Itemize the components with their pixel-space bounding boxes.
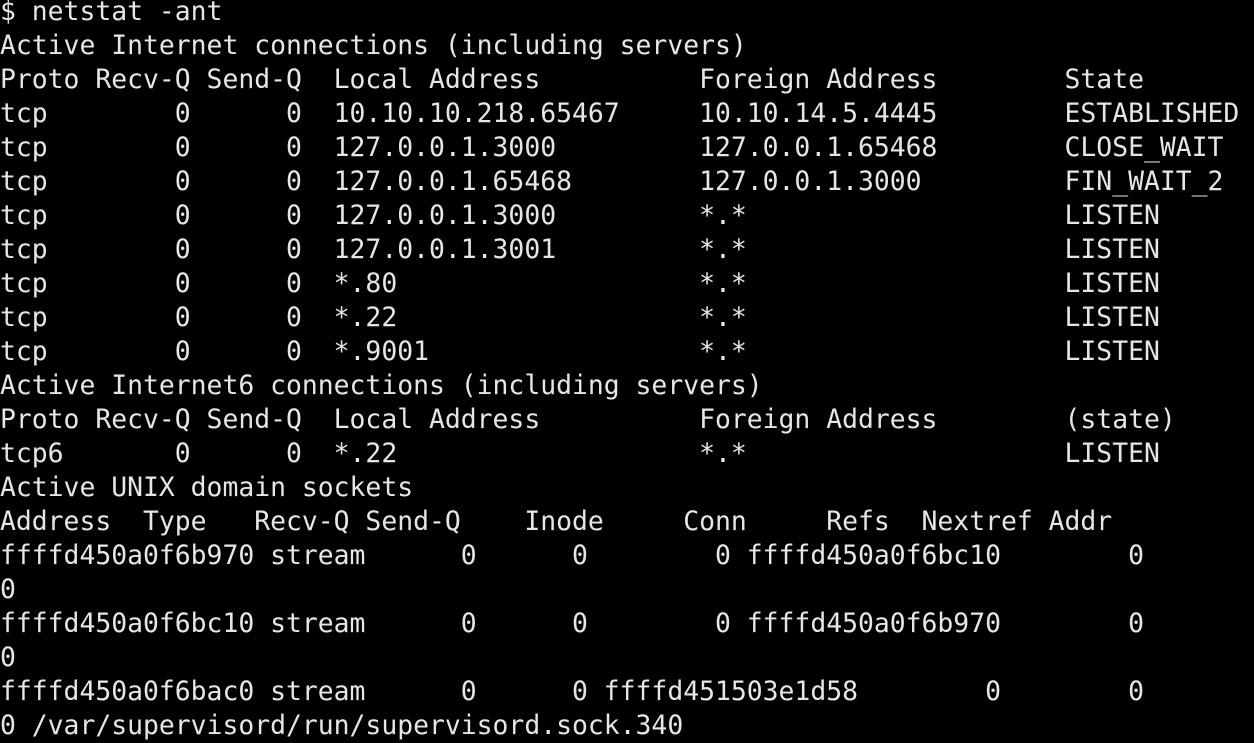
table-row-wrap: 0 [0, 574, 16, 605]
table-header-unix: Address Type Recv-Q Send-Q Inode Conn Re… [0, 506, 1113, 537]
section-heading-inet6: Active Internet6 connections (including … [0, 370, 763, 401]
command-line: $ netstat -ant [0, 0, 223, 27]
table-row: tcp 0 0 *.22 *.* LISTEN [0, 302, 1160, 333]
table-row: ffffd450a0f6bac0 stream 0 0 ffffd451503e… [0, 676, 1144, 707]
section-heading-unix: Active UNIX domain sockets [0, 472, 414, 503]
table-row: tcp 0 0 10.10.10.218.65467 10.10.14.5.44… [0, 98, 1240, 129]
table-row: tcp 0 0 *.80 *.* LISTEN [0, 268, 1160, 299]
table-row: tcp 0 0 127.0.0.1.3000 *.* LISTEN [0, 200, 1160, 231]
terminal-output[interactable]: $ netstat -ant Active Internet connectio… [0, 0, 1239, 743]
table-row: ffffd450a0f6b970 stream 0 0 0 ffffd450a0… [0, 540, 1144, 571]
section-heading-inet: Active Internet connections (including s… [0, 30, 747, 61]
table-header-inet6: Proto Recv-Q Send-Q Local Address Foreig… [0, 404, 1176, 435]
table-header-inet: Proto Recv-Q Send-Q Local Address Foreig… [0, 64, 1144, 95]
table-row: tcp6 0 0 *.22 *.* LISTEN [0, 438, 1160, 469]
table-row: tcp 0 0 127.0.0.1.3001 *.* LISTEN [0, 234, 1160, 265]
table-row: tcp 0 0 *.9001 *.* LISTEN [0, 336, 1160, 367]
table-row: tcp 0 0 127.0.0.1.3000 127.0.0.1.65468 C… [0, 132, 1224, 163]
table-row: tcp 0 0 127.0.0.1.65468 127.0.0.1.3000 F… [0, 166, 1224, 197]
table-row-wrap: 0 /var/supervisord/run/supervisord.sock.… [0, 710, 684, 741]
table-row: ffffd450a0f6bc10 stream 0 0 0 ffffd450a0… [0, 608, 1144, 639]
table-row-wrap: 0 [0, 642, 16, 673]
